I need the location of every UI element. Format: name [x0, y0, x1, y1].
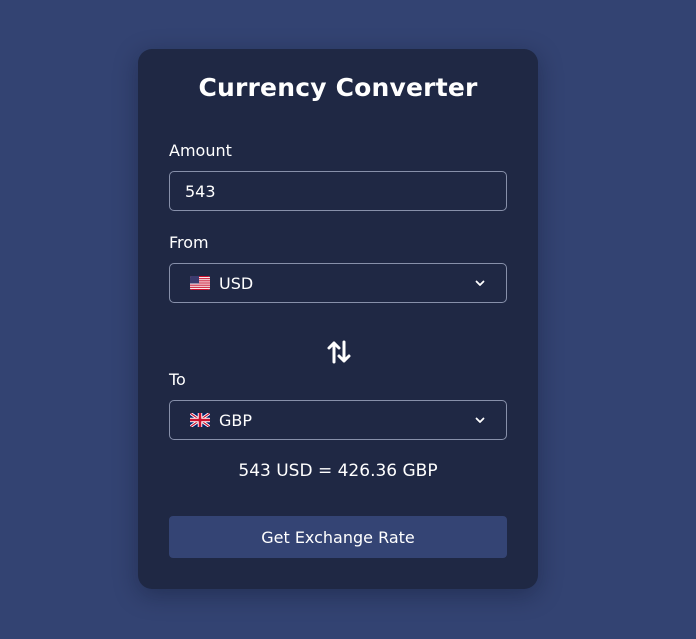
- chevron-down-icon: [475, 280, 485, 286]
- page-title: Currency Converter: [198, 73, 478, 102]
- swap-arrows-icon[interactable]: [326, 339, 352, 365]
- chevron-down-icon: [475, 417, 485, 423]
- to-currency-value: GBP: [219, 410, 253, 430]
- uk-flag-icon: [190, 413, 210, 427]
- exchange-result: 543 USD = 426.36 GBP: [238, 461, 438, 481]
- from-currency-value: USD: [219, 273, 254, 293]
- from-currency-select[interactable]: USD: [169, 263, 507, 303]
- amount-label: Amount: [169, 141, 232, 160]
- amount-input[interactable]: [169, 171, 507, 211]
- from-label: From: [169, 233, 209, 252]
- get-exchange-rate-button[interactable]: Get Exchange Rate: [169, 516, 507, 558]
- to-currency-select[interactable]: GBP: [169, 400, 507, 440]
- converter-card: Currency Converter Amount From USD To: [138, 49, 538, 589]
- us-flag-icon: [190, 276, 210, 290]
- to-label: To: [169, 370, 186, 389]
